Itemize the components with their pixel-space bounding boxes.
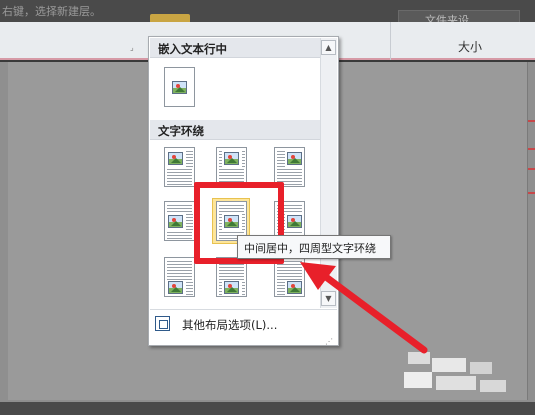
screenshot-stage: 右键，选择新建层。 文件夹设 ⌟ 大小 嵌入文本行中 文字环绕 ▲ ▼ 其他布局… — [0, 0, 535, 415]
annotation-arrow-icon — [300, 262, 428, 354]
